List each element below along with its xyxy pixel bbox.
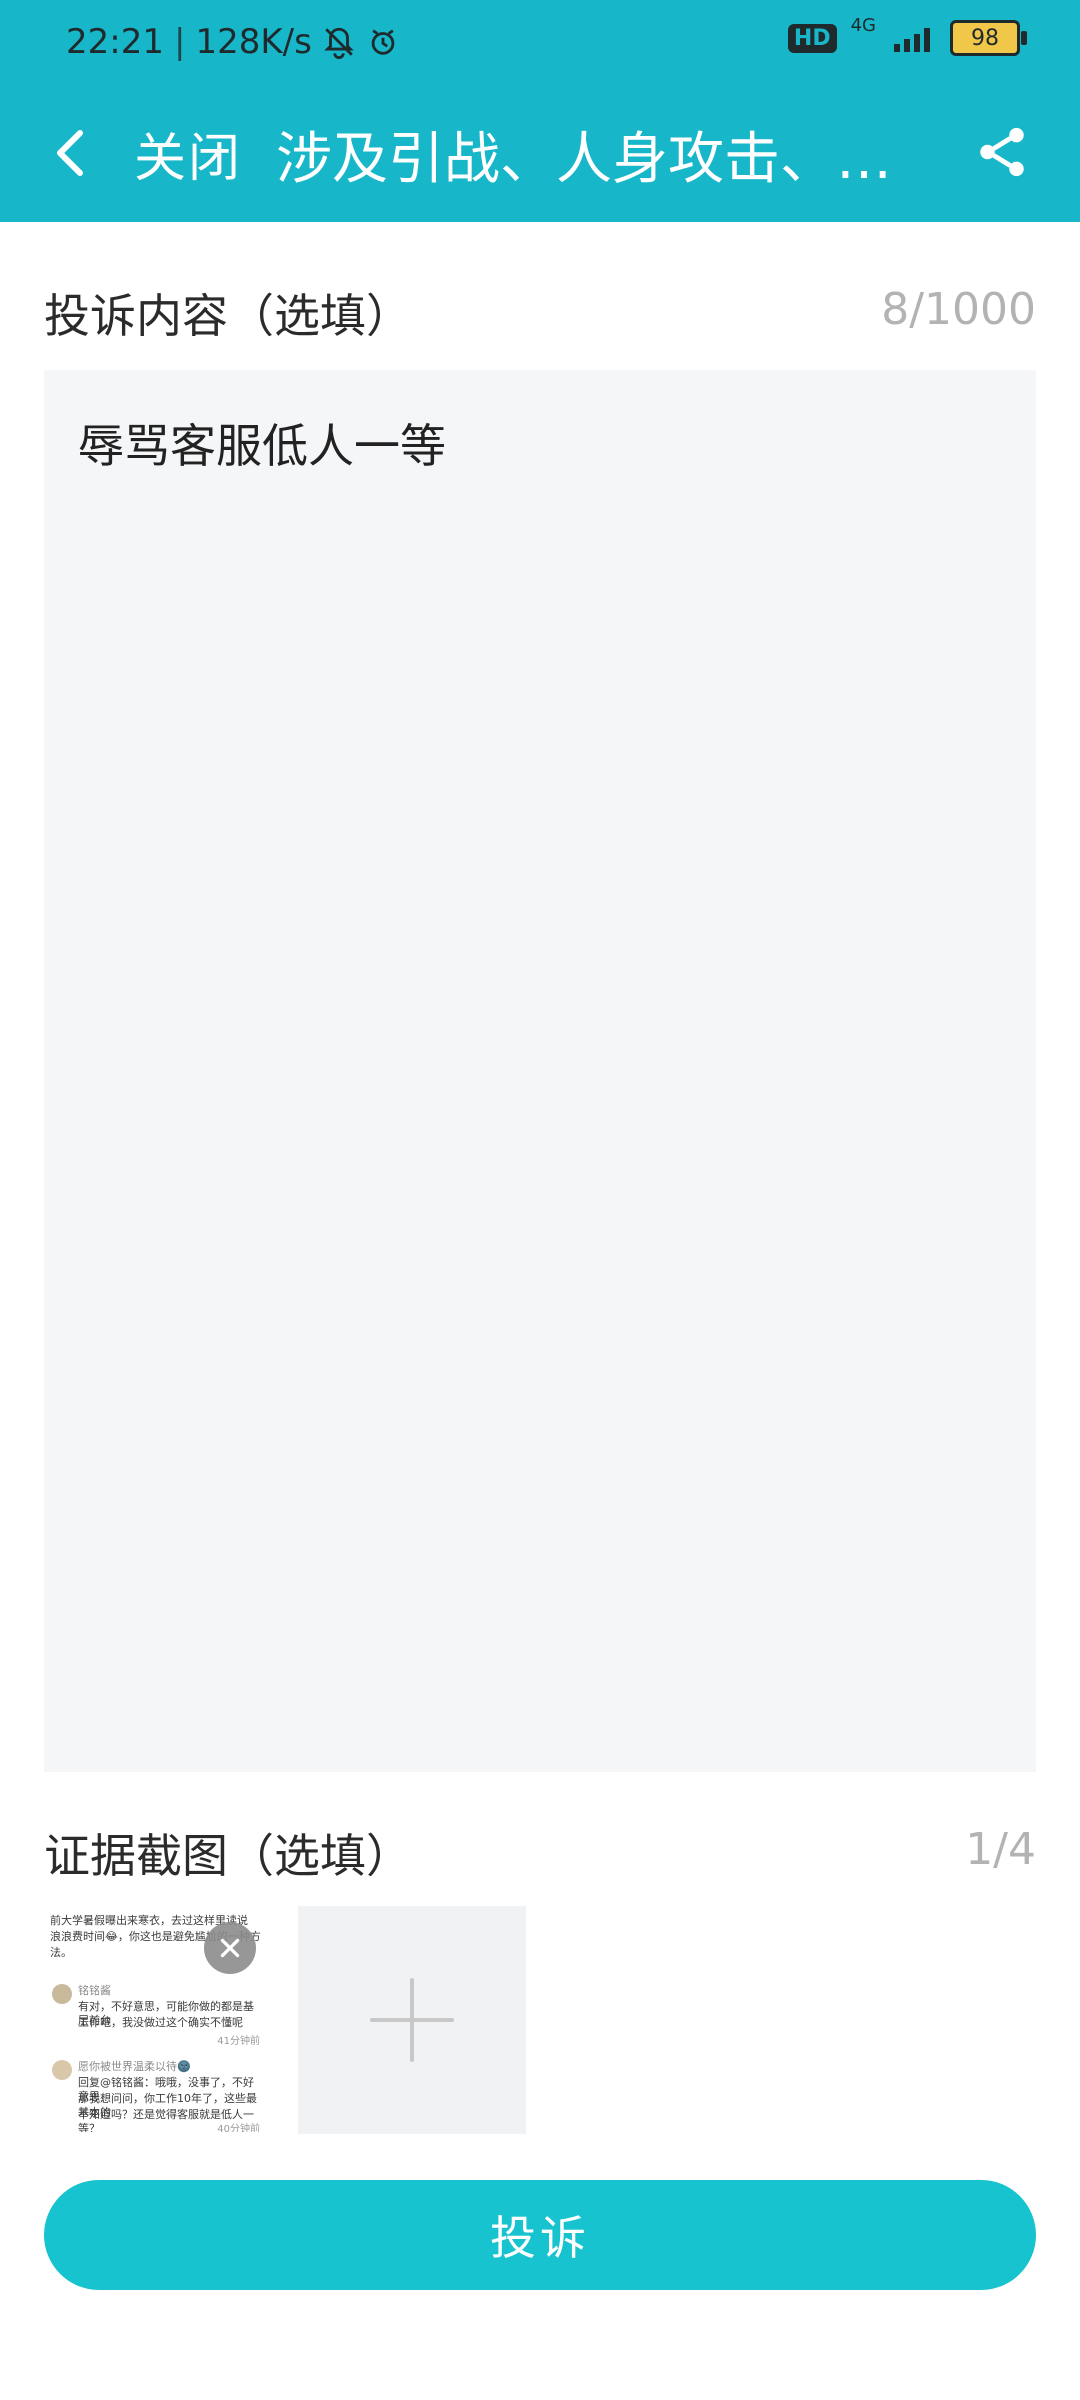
- network-type: 4G: [850, 15, 876, 36]
- status-right: HD 4G 98: [787, 15, 1027, 56]
- complaint-textarea[interactable]: 辱骂客服低人一等: [44, 370, 1036, 1772]
- battery-icon: 98: [950, 20, 1027, 56]
- thumbnail-time: 40分钟前: [217, 2124, 260, 2132]
- close-button[interactable]: 关闭: [134, 116, 242, 191]
- back-button[interactable]: [46, 118, 94, 188]
- network-speed: 128K/s: [195, 22, 312, 62]
- complaint-text: 辱骂客服低人一等: [78, 419, 446, 473]
- status-bar: 22:21 | 128K/s HD 4G 98: [0, 0, 1080, 88]
- close-icon: [217, 1935, 243, 1961]
- avatar: [52, 2060, 72, 2080]
- complaint-counter: 8/1000: [881, 284, 1036, 335]
- clock: 22:21: [66, 22, 164, 62]
- complaint-page: 22:21 | 128K/s HD 4G 98 关闭 涉及引战、人身攻击、… 投…: [0, 0, 1080, 2400]
- status-left: 22:21 | 128K/s: [66, 22, 400, 62]
- header-bar: 22:21 | 128K/s HD 4G 98 关闭 涉及引战、人身攻击、…: [0, 0, 1080, 222]
- thumbnail-line: 工作吧，我没做过这个确实不懂呢: [78, 2016, 243, 2029]
- status-separator: |: [173, 22, 186, 62]
- hd-badge: HD: [787, 23, 837, 53]
- signal-bars-icon: [892, 22, 936, 54]
- navigation-bar: 关闭 涉及引战、人身攻击、…: [0, 88, 1080, 222]
- share-button[interactable]: [968, 118, 1036, 186]
- plus-icon: [367, 1975, 457, 2065]
- page-title: 涉及引战、人身攻击、…: [276, 127, 892, 192]
- remove-screenshot-button[interactable]: [204, 1922, 256, 1974]
- thumbnail-time: 41分钟前: [217, 2036, 260, 2047]
- submit-complaint-button[interactable]: 投诉: [44, 2180, 1036, 2290]
- share-icon: [973, 123, 1031, 181]
- thumbnail-username: 铭铭酱: [78, 1984, 111, 1997]
- complaint-label: 投诉内容（选填）: [44, 289, 412, 343]
- add-screenshot-button[interactable]: [298, 1906, 526, 2134]
- evidence-label: 证据截图（选填）: [44, 1829, 412, 1883]
- mute-bell-icon: [322, 25, 356, 59]
- avatar: [52, 1984, 72, 2004]
- chevron-left-icon: [50, 123, 90, 183]
- evidence-counter: 1/4: [965, 1824, 1036, 1875]
- alarm-clock-icon: [366, 25, 400, 59]
- thumbnail-username: 愿你被世界温柔以待🌚: [78, 2060, 191, 2073]
- battery-level: 98: [971, 25, 999, 51]
